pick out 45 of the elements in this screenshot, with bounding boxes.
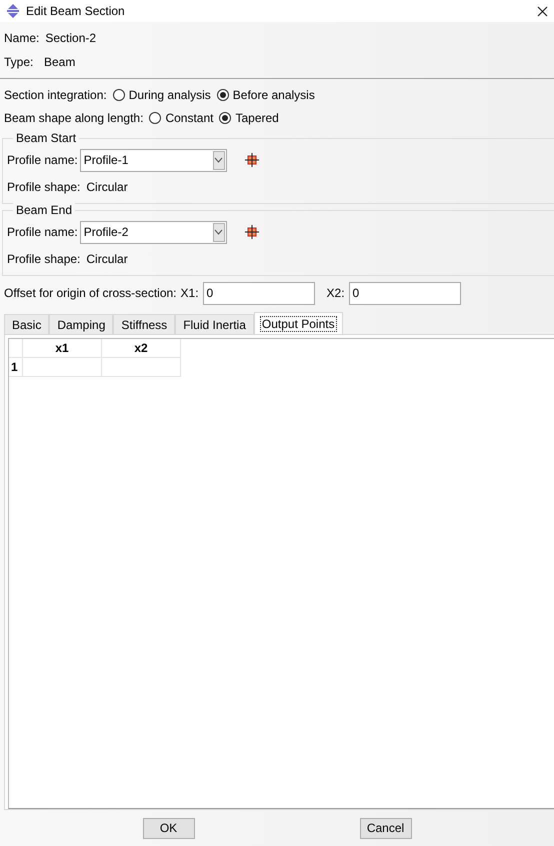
tab[interactable]: Fluid Inertia bbox=[175, 314, 254, 334]
shape-value: Circular bbox=[86, 252, 128, 266]
corner-cell bbox=[9, 339, 23, 358]
section-name: Section-2 bbox=[45, 31, 96, 45]
column-header: x2 bbox=[102, 339, 181, 358]
field-label: Section integration: bbox=[4, 88, 107, 102]
field-label: Name: bbox=[4, 31, 40, 45]
caret-icon bbox=[214, 157, 224, 163]
group-title: Beam End bbox=[13, 203, 76, 217]
field-label: Profile name: bbox=[7, 225, 78, 239]
field-label: Profile shape: bbox=[7, 252, 80, 266]
field-label: Beam shape along length: bbox=[4, 110, 144, 124]
profile-dropdown[interactable]: Profile-1 bbox=[80, 148, 227, 172]
group-title: Beam Start bbox=[13, 131, 80, 145]
radio-option[interactable]: Constant bbox=[149, 110, 214, 124]
x1-field[interactable]: 0 bbox=[202, 282, 315, 304]
field-label: Type: bbox=[4, 55, 34, 69]
cancel-button[interactable]: Cancel bbox=[360, 818, 412, 838]
ok-button[interactable]: OK bbox=[142, 818, 194, 838]
tab[interactable]: Damping bbox=[49, 314, 114, 334]
tab[interactable]: Stiffness bbox=[113, 314, 176, 334]
tab[interactable]: Output Points bbox=[254, 312, 343, 334]
radio-option[interactable]: During analysis bbox=[112, 88, 211, 102]
radio-option[interactable]: Tapered bbox=[219, 110, 279, 124]
close-icon[interactable] bbox=[537, 6, 548, 16]
field-label: Profile name: bbox=[7, 153, 78, 167]
field-label: X2: bbox=[326, 286, 345, 300]
profile-icon bbox=[244, 153, 259, 167]
table-cell[interactable] bbox=[102, 358, 181, 377]
field-label: Offset for origin of cross-section: bbox=[4, 286, 177, 300]
field-label: Profile shape: bbox=[7, 180, 80, 194]
shape-value: Circular bbox=[86, 180, 128, 194]
radio-option[interactable]: Before analysis bbox=[216, 88, 315, 102]
window-title: Edit Beam Section bbox=[26, 4, 126, 18]
column-header: x1 bbox=[23, 339, 102, 358]
caret-icon bbox=[214, 229, 224, 235]
profile-icon bbox=[244, 225, 259, 239]
field-label: X1: bbox=[180, 286, 199, 300]
app-icon bbox=[6, 4, 20, 18]
profile-dropdown[interactable]: Profile-2 bbox=[80, 220, 227, 244]
table-cell[interactable] bbox=[23, 358, 102, 377]
x2-field[interactable]: 0 bbox=[348, 282, 461, 304]
tab[interactable]: Basic bbox=[4, 314, 50, 334]
row-number: 1 bbox=[9, 358, 23, 377]
section-type: Beam bbox=[44, 55, 76, 69]
